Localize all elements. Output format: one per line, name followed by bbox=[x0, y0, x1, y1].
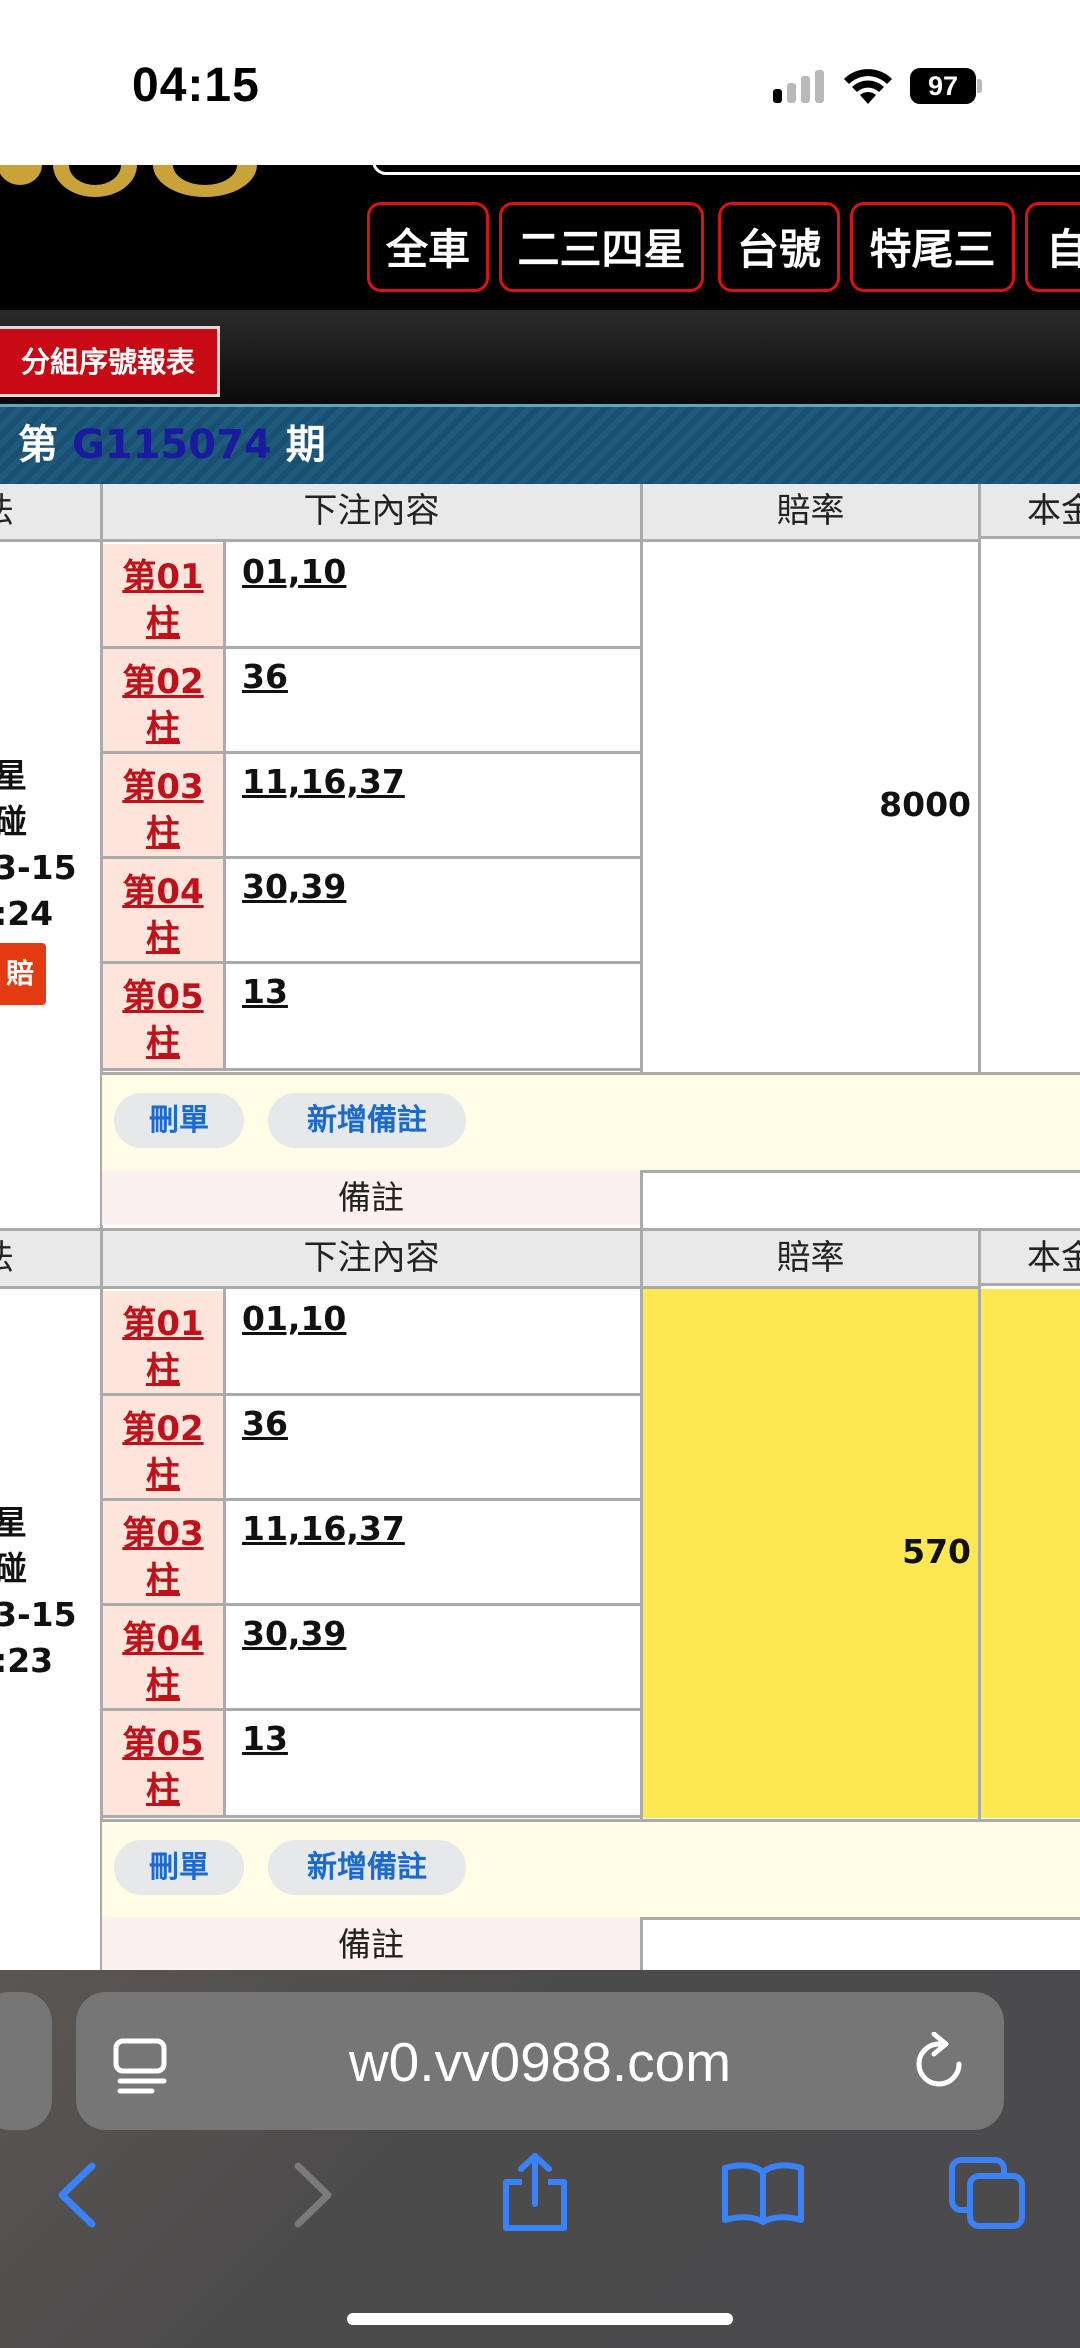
pillar-line: 第03 bbox=[122, 767, 204, 807]
pillar-numbers[interactable]: 13 bbox=[242, 1719, 288, 1758]
bet-actions-row: 刪單 新增備註 bbox=[102, 1072, 1080, 1173]
pillar-numbers[interactable]: 11,16,37 bbox=[242, 762, 405, 801]
nav-button-full-car[interactable]: 全車 bbox=[367, 202, 489, 292]
pillar-label[interactable]: 第05 柱 bbox=[103, 964, 223, 1068]
forward-chevron-icon[interactable] bbox=[290, 2162, 336, 2228]
nav-button-tai-number[interactable]: 台號 bbox=[718, 202, 840, 292]
column-header-stake: 本金 bbox=[981, 1231, 1080, 1286]
column-header-odds: 賠率 bbox=[643, 1231, 978, 1289]
remark-label: 備註 bbox=[102, 1170, 640, 1225]
page-menu-icon[interactable] bbox=[112, 2037, 174, 2095]
wifi-icon bbox=[844, 69, 892, 104]
period-id: G115074 bbox=[71, 422, 272, 468]
bet-side-line: :24 bbox=[0, 894, 54, 933]
pillar-line: 柱 bbox=[146, 708, 180, 748]
bet-side-line: :23 bbox=[0, 1641, 54, 1680]
bookmarks-icon[interactable] bbox=[720, 2160, 806, 2226]
column-header-content: 下注內容 bbox=[103, 484, 640, 542]
delete-bet-button[interactable]: 刪單 bbox=[114, 1093, 244, 1148]
tab-group-serial-report[interactable]: 分組序號報表 bbox=[0, 326, 220, 397]
odds-value: 570 bbox=[902, 1532, 971, 1571]
bet-side-line: 3-15 bbox=[0, 848, 77, 887]
pillar-line: 第03 bbox=[122, 1514, 204, 1554]
battery-indicator: 97 bbox=[910, 68, 976, 104]
pillar-line: 柱 bbox=[146, 1770, 180, 1810]
bet-side-line: 3-15 bbox=[0, 1595, 77, 1634]
pillar-line: 第04 bbox=[122, 1619, 204, 1659]
pillar-numbers[interactable]: 36 bbox=[242, 1404, 288, 1443]
nav-button-self[interactable]: 自 bbox=[1025, 202, 1080, 292]
pillar-label[interactable]: 第01 柱 bbox=[103, 1291, 223, 1393]
status-time: 04:15 bbox=[132, 59, 260, 112]
pillar-numbers[interactable]: 30,39 bbox=[242, 867, 346, 906]
bet-side-line: 碰 bbox=[0, 802, 27, 841]
delete-bet-button[interactable]: 刪單 bbox=[114, 1840, 244, 1895]
tabs-icon[interactable] bbox=[948, 2156, 1028, 2232]
column-header-content: 下注內容 bbox=[103, 1231, 640, 1289]
pillar-line: 柱 bbox=[146, 1350, 180, 1390]
pillar-line: 第02 bbox=[122, 662, 204, 702]
pillar-label[interactable]: 第04 柱 bbox=[103, 1606, 223, 1708]
reload-icon[interactable] bbox=[912, 2032, 966, 2092]
bet-side-line: 碰 bbox=[0, 1549, 27, 1588]
bet-actions-row: 刪單 新增備註 bbox=[102, 1819, 1080, 1920]
back-chevron-icon[interactable] bbox=[54, 2162, 100, 2228]
period-title: 第 G115074 期 bbox=[18, 412, 326, 470]
pillar-line: 第04 bbox=[122, 872, 204, 912]
pillar-line: 柱 bbox=[146, 813, 180, 853]
pillar-numbers[interactable]: 36 bbox=[242, 657, 288, 696]
url-text[interactable]: w0.vv0988.com bbox=[200, 2030, 880, 2094]
column-header-stake: 本金 bbox=[981, 484, 1080, 539]
remark-label: 備註 bbox=[102, 1917, 640, 1972]
pillar-label[interactable]: 第03 柱 bbox=[103, 1501, 223, 1603]
pillar-numbers[interactable]: 01,10 bbox=[242, 1299, 346, 1338]
pillar-label[interactable]: 第02 柱 bbox=[103, 1396, 223, 1498]
nav-button-special-tail-three[interactable]: 特尾三 bbox=[850, 202, 1015, 292]
period-suffix: 期 bbox=[285, 422, 326, 468]
bet-side-line: 星 bbox=[0, 756, 27, 795]
pillar-line: 第05 bbox=[122, 977, 204, 1017]
pillar-label[interactable]: 第01 柱 bbox=[103, 544, 223, 646]
cellular-signal-icon bbox=[773, 70, 833, 106]
pillar-line: 柱 bbox=[146, 1665, 180, 1705]
site-logo bbox=[0, 165, 257, 197]
bet-side-line: 星 bbox=[0, 1503, 27, 1542]
column-header-odds: 賠率 bbox=[643, 484, 978, 542]
add-note-button[interactable]: 新增備註 bbox=[268, 1093, 466, 1148]
pillar-line: 第02 bbox=[122, 1409, 204, 1449]
pillar-line: 柱 bbox=[146, 918, 180, 958]
pillar-numbers[interactable]: 30,39 bbox=[242, 1614, 346, 1653]
previous-tab-preview[interactable] bbox=[0, 1992, 52, 2130]
stake-highlight-cell bbox=[981, 1289, 1080, 1818]
home-indicator bbox=[347, 2313, 733, 2325]
column-header-method: 法 bbox=[0, 1231, 100, 1289]
payout-badge[interactable]: 賠 bbox=[0, 943, 46, 1005]
pillar-line: 第01 bbox=[122, 557, 204, 597]
pillar-line: 第05 bbox=[122, 1724, 204, 1764]
pillar-label[interactable]: 第05 柱 bbox=[103, 1711, 223, 1815]
search-box-edge[interactable] bbox=[372, 158, 1080, 175]
pillar-numbers[interactable]: 13 bbox=[242, 972, 288, 1011]
pillar-numbers[interactable]: 01,10 bbox=[242, 552, 346, 591]
pillar-line: 柱 bbox=[146, 1560, 180, 1600]
pillar-line: 柱 bbox=[146, 1455, 180, 1495]
period-prefix: 第 bbox=[18, 422, 58, 468]
pillar-label[interactable]: 第04 柱 bbox=[103, 859, 223, 961]
pillar-line: 第01 bbox=[122, 1304, 204, 1344]
pillar-line: 柱 bbox=[146, 603, 180, 643]
pillar-label[interactable]: 第03 柱 bbox=[103, 754, 223, 856]
battery-nub-icon bbox=[977, 79, 982, 93]
pillar-line: 柱 bbox=[146, 1023, 180, 1063]
pillar-label[interactable]: 第02 柱 bbox=[103, 649, 223, 751]
add-note-button[interactable]: 新增備註 bbox=[268, 1840, 466, 1895]
column-header-method: 法 bbox=[0, 484, 100, 542]
share-icon[interactable] bbox=[500, 2152, 570, 2232]
pillar-numbers[interactable]: 11,16,37 bbox=[242, 1509, 405, 1548]
nav-button-234-star[interactable]: 二三四星 bbox=[499, 202, 704, 292]
odds-value: 8000 bbox=[879, 785, 971, 824]
